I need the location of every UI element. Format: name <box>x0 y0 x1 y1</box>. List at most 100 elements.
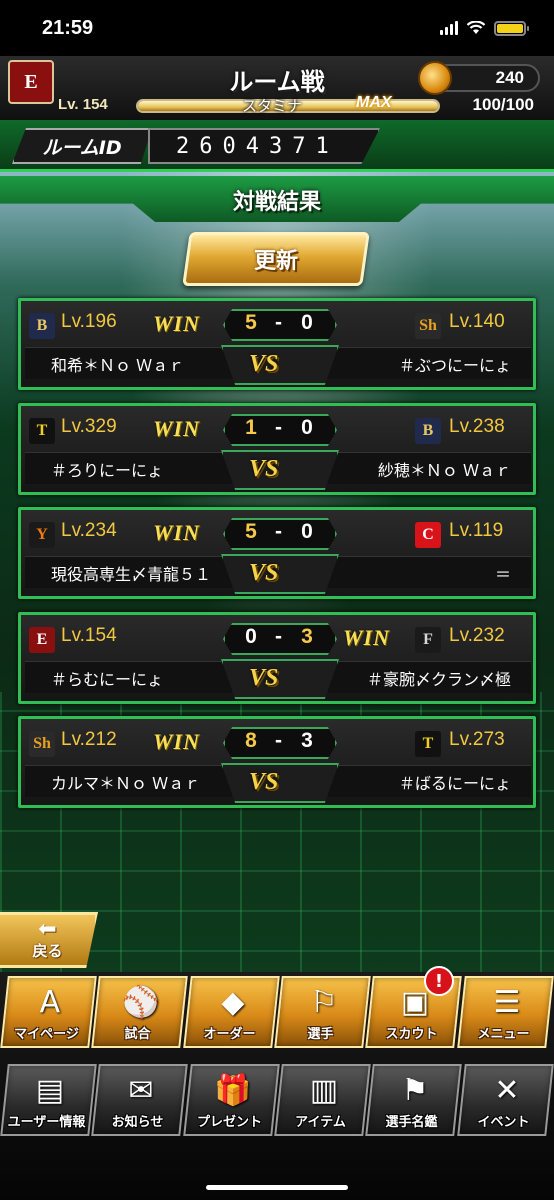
menu-button[interactable]: ▥ アイテム <box>274 1064 372 1136</box>
team-logo-icon: Sh <box>415 313 441 339</box>
match-names-row: 和希＊Ｎｏ Ｗａｒ ＃ぶつにーにょ VS <box>21 345 533 385</box>
back-button-label: 戻る <box>32 941 63 960</box>
match-card[interactable]: Y Lv.234 WIN 5 - 0 C Lv.119 現役高専生〆青龍５１ ＝… <box>18 507 536 599</box>
match-names-row: カルマ＊Ｎｏ Ｗａｒ ＃ばるにーにょ VS <box>21 763 533 803</box>
menu-label: 選手名鑑 <box>385 1115 438 1130</box>
right-player-name: ＝ <box>327 556 531 588</box>
stamina-max-label: MAX <box>356 94 392 111</box>
menu-icon: ⚑ <box>401 1073 429 1108</box>
right-score: 3 <box>301 729 313 752</box>
win-label: WIN <box>153 311 201 336</box>
vs-label: VS <box>249 351 279 377</box>
status-icons <box>440 20 529 36</box>
left-player-name: ＃らむにーにょ <box>25 661 235 693</box>
menu-label: ユーザー情報 <box>7 1115 86 1130</box>
wifi-icon <box>466 21 486 34</box>
menu-icon: ⚐ <box>310 985 338 1020</box>
menu-label: 試合 <box>124 1027 151 1042</box>
match-score-row: B Lv.196 WIN 5 - 0 Sh Lv.140 <box>21 305 533 343</box>
menu-icon: ⚾ <box>122 985 160 1020</box>
match-card[interactable]: T Lv.329 WIN 1 - 0 B Lv.238 ＃ろりにーにょ 紗穂＊Ｎ… <box>18 403 536 495</box>
refresh-button-label: 更新 <box>253 249 298 274</box>
top-header: E ルーム戦 240 Lv. 154 スタミナ MAX 100/100 <box>0 56 554 120</box>
player-level: Lv. 154 <box>58 96 108 113</box>
vs-label: VS <box>249 665 279 691</box>
menu-button[interactable]: ✉ お知らせ <box>91 1064 189 1136</box>
home-indicator[interactable] <box>206 1185 348 1190</box>
menu-button[interactable]: ⚐ 選手 <box>274 976 372 1048</box>
menu-label: プレゼント <box>196 1115 262 1130</box>
room-id-label-box: ルームID <box>12 128 152 164</box>
match-score-row: T Lv.329 WIN 1 - 0 B Lv.238 <box>21 410 533 448</box>
score-dash: - <box>275 625 282 648</box>
menu-button[interactable]: A マイページ <box>0 976 98 1048</box>
team-logo-icon: T <box>415 731 441 757</box>
menu-icon: ✉ <box>128 1073 154 1108</box>
match-card[interactable]: E Lv.154 WIN 0 - 3 F Lv.232 ＃らむにーにょ ＃豪腕〆… <box>18 612 536 704</box>
team-logo-icon: Sh <box>29 731 55 757</box>
left-score: 8 <box>245 729 257 752</box>
vs-label: VS <box>249 560 279 586</box>
score-dash: - <box>275 311 282 334</box>
menu-icon: ▤ <box>35 1073 64 1108</box>
room-id-label: ルームID <box>42 136 122 159</box>
left-player-name: 現役高専生〆青龍５１ <box>25 556 235 588</box>
menu-button[interactable]: ⚑ 選手名鑑 <box>365 1064 463 1136</box>
signal-icon <box>440 21 458 35</box>
team-logo-icon: T <box>29 418 55 444</box>
menu-row-primary: A マイページ ⚾ 試合 ◆ オーダー ⚐ 選手 ▣ スカウト ☰ メニュー <box>0 976 554 1048</box>
right-player-name: 紗穂＊Ｎｏ Ｗａｒ <box>327 452 531 484</box>
menu-icon: ◆ <box>220 985 244 1020</box>
back-arrow-icon: ⬅ <box>38 916 57 942</box>
match-names-row: ＃らむにーにょ ＃豪腕〆クラン〆極 VS <box>21 659 533 699</box>
match-card[interactable]: B Lv.196 WIN 5 - 0 Sh Lv.140 和希＊Ｎｏ Ｗａｒ ＃… <box>18 298 536 390</box>
left-score: 1 <box>245 416 257 439</box>
right-player-name: ＃豪腕〆クラン〆極 <box>327 661 531 693</box>
right-player-level: Lv.273 <box>449 729 505 750</box>
left-player-name: 和希＊Ｎｏ Ｗａｒ <box>25 347 235 379</box>
left-player-level: Lv.212 <box>61 729 117 750</box>
back-button[interactable]: ⬅ 戻る <box>0 912 98 968</box>
right-player-level: Lv.119 <box>449 520 504 541</box>
menu-button[interactable]: 🎁 プレゼント <box>182 1064 280 1136</box>
menu-icon: A <box>39 985 60 1020</box>
menu-label: メニュー <box>477 1027 530 1042</box>
win-label: WIN <box>343 625 391 650</box>
menu-label: お知らせ <box>111 1115 164 1130</box>
coin-counter[interactable]: 240 <box>418 61 540 95</box>
match-card[interactable]: Sh Lv.212 WIN 8 - 3 T Lv.273 カルマ＊Ｎｏ Ｗａｒ … <box>18 716 536 808</box>
right-player-name: ＃ぶつにーにょ <box>327 347 531 379</box>
coin-value: 240 <box>495 68 524 87</box>
match-score-row: Sh Lv.212 WIN 8 - 3 T Lv.273 <box>21 723 533 761</box>
menu-label: アイテム <box>295 1115 346 1130</box>
match-names-row: 現役高専生〆青龍５１ ＝ VS <box>21 554 533 594</box>
vs-wedge <box>221 763 339 803</box>
match-score-row: Y Lv.234 WIN 5 - 0 C Lv.119 <box>21 514 533 552</box>
clock: 21:59 <box>42 16 94 39</box>
room-id-strip: ルームID 2604371 <box>0 120 554 172</box>
right-score: 0 <box>301 520 313 543</box>
menu-button[interactable]: ⚾ 試合 <box>91 976 189 1048</box>
menu-button[interactable]: ◆ オーダー <box>182 976 280 1048</box>
results-title: 対戦結果 <box>232 190 321 215</box>
room-id-box: 2604371 <box>148 128 380 164</box>
left-player-name: カルマ＊Ｎｏ Ｗａｒ <box>25 765 235 797</box>
left-player-level: Lv.154 <box>61 625 117 646</box>
refresh-button[interactable]: 更新 <box>182 232 370 286</box>
left-score: 0 <box>245 625 257 648</box>
menu-button[interactable]: ✕ イベント <box>456 1064 554 1136</box>
menu-button[interactable]: ▤ ユーザー情報 <box>0 1064 98 1136</box>
vs-label: VS <box>249 456 279 482</box>
team-logo-icon: B <box>29 313 55 339</box>
match-names-row: ＃ろりにーにょ 紗穂＊Ｎｏ Ｗａｒ VS <box>21 450 533 490</box>
left-player-level: Lv.329 <box>61 416 117 437</box>
score-dash: - <box>275 416 282 439</box>
team-logo-icon: F <box>415 627 441 653</box>
menu-button[interactable]: ☰ メニュー <box>456 976 554 1048</box>
team-logo-icon: Y <box>29 522 55 548</box>
score-dash: - <box>275 520 282 543</box>
right-score: 0 <box>301 311 313 334</box>
menu-label: スカウト <box>385 1027 438 1042</box>
menu-label: マイページ <box>14 1027 79 1042</box>
menu-icon: ▣ <box>400 985 430 1020</box>
